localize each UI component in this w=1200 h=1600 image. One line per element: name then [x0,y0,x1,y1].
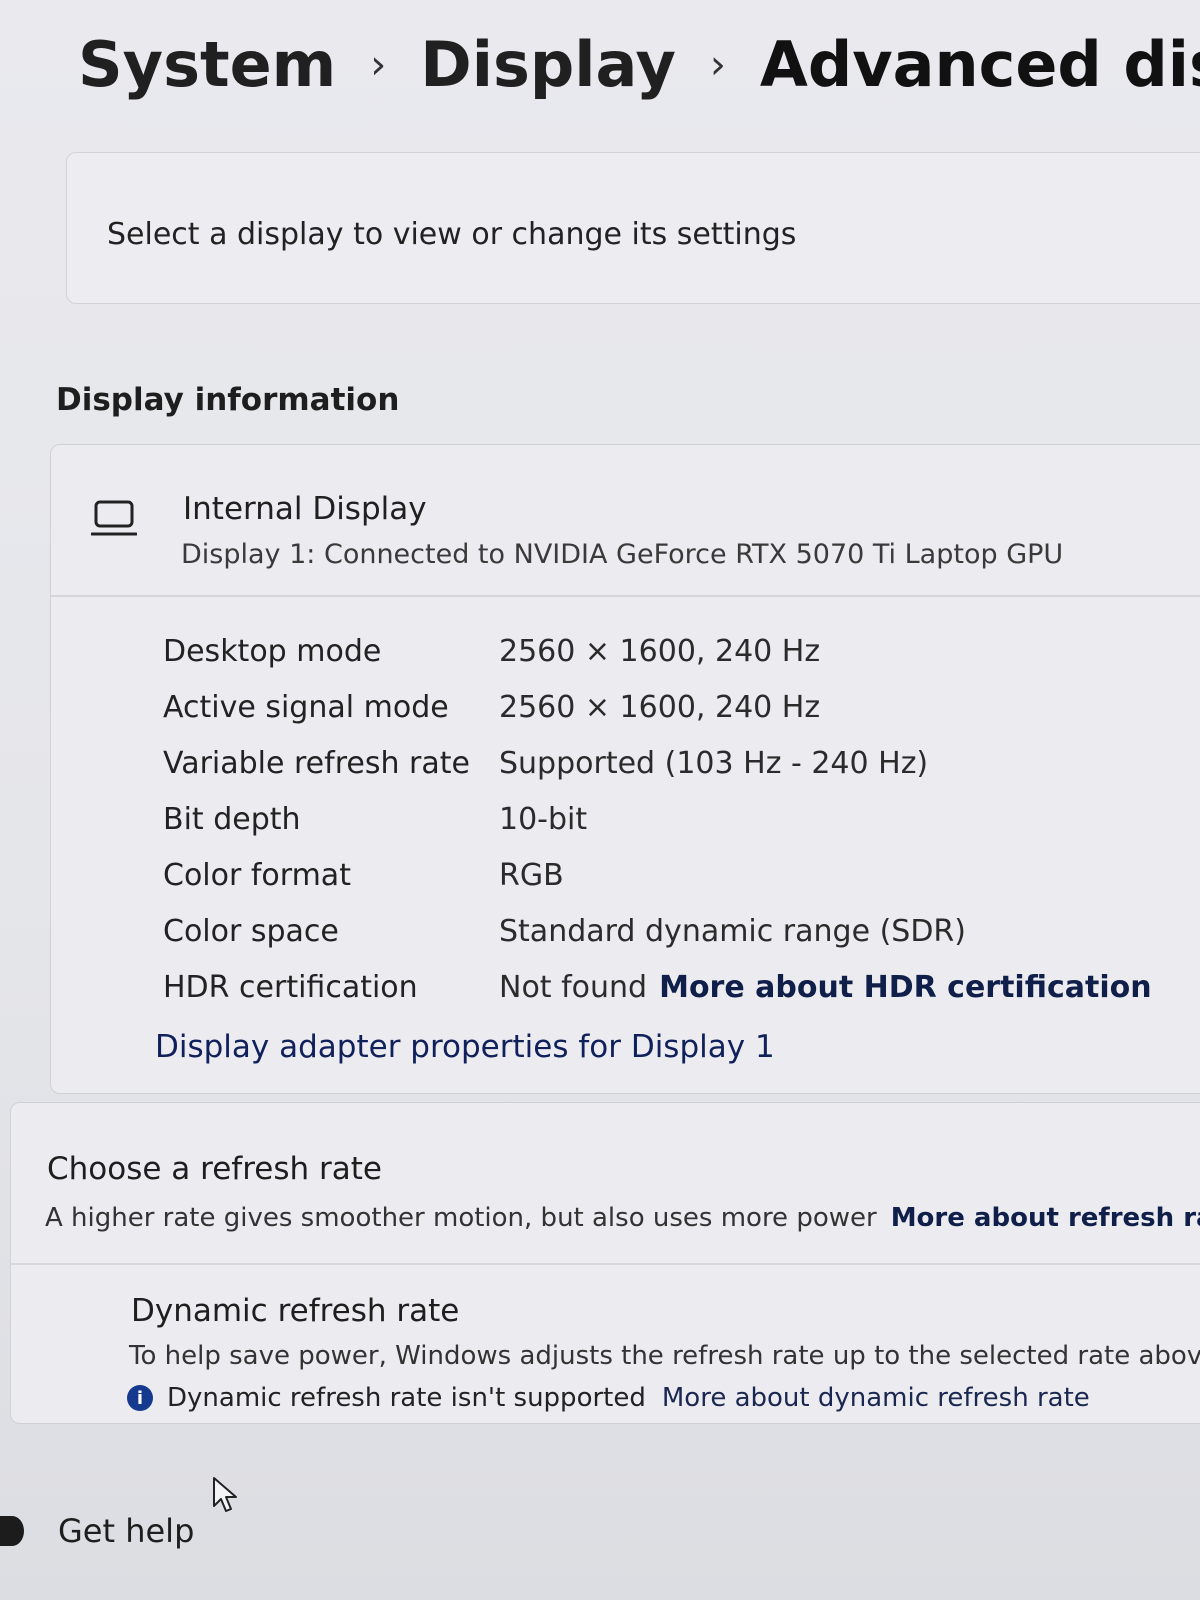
property-value: Supported (103 Hz - 240 Hz) [499,745,929,781]
property-label: Desktop mode [163,633,382,669]
breadcrumb-separator: › [370,41,387,88]
page-title: Advanced display [759,28,1200,101]
dynamic-refresh-rate-status: Dynamic refresh rate isn't supported [167,1383,646,1413]
get-help-label: Get help [58,1512,195,1550]
display-name: Internal Display [183,491,427,527]
display-header: Internal Display Display 1: Connected to… [51,445,1200,597]
section-heading-display-information: Display information [56,382,400,418]
breadcrumb-system[interactable]: System [78,28,336,101]
select-display-card[interactable]: Select a display to view or change its s… [66,152,1200,304]
info-icon: i [127,1385,153,1411]
refresh-rate-description-text: A higher rate gives smoother motion, but… [45,1203,877,1233]
dynamic-refresh-rate-description: To help save power, Windows adjusts the … [129,1341,1200,1371]
laptop-icon [90,499,138,543]
property-row: Color format RGB [163,847,1163,903]
property-value: Standard dynamic range (SDR) [499,913,966,949]
property-row: Active signal mode 2560 × 1600, 240 Hz [163,679,1163,735]
dynamic-refresh-rate-title: Dynamic refresh rate [131,1293,460,1329]
property-value: 2560 × 1600, 240 Hz [499,689,821,725]
property-row: Variable refresh rate Supported (103 Hz … [163,735,1163,791]
property-label: HDR certification [163,969,418,1005]
refresh-rate-link[interactable]: More about refresh rate [891,1203,1200,1233]
dynamic-refresh-rate-note: i Dynamic refresh rate isn't supported M… [127,1383,1090,1413]
select-display-label: Select a display to view or change its s… [107,217,797,252]
settings-window: System › Display › Advanced display Sele… [0,0,1200,1600]
refresh-rate-description: A higher rate gives smoother motion, but… [45,1203,1200,1233]
refresh-rate-card: Choose a refresh rate A higher rate give… [10,1102,1200,1424]
display-properties: Desktop mode 2560 × 1600, 240 Hz Active … [163,623,1163,1015]
mouse-cursor-icon [212,1476,242,1520]
property-row: Color space Standard dynamic range (SDR) [163,903,1163,959]
property-label: Color format [163,857,351,893]
property-label: Bit depth [163,801,301,837]
property-label: Active signal mode [163,689,449,725]
breadcrumb-separator: › [709,41,726,88]
property-row: HDR certification Not found More about H… [163,959,1163,1015]
display-adapter-properties-link[interactable]: Display adapter properties for Display 1 [155,1029,775,1065]
help-icon [0,1516,24,1546]
breadcrumb: System › Display › Advanced display [78,28,1200,101]
property-value: 10-bit [499,801,588,837]
property-value: RGB [499,857,564,893]
property-value: 2560 × 1600, 240 Hz [499,633,821,669]
property-label: Color space [163,913,339,949]
property-row: Desktop mode 2560 × 1600, 240 Hz [163,623,1163,679]
property-value: Not found [499,969,648,1005]
display-information-card: Internal Display Display 1: Connected to… [50,444,1200,1094]
get-help-link[interactable]: Get help [0,1512,194,1550]
property-row: Bit depth 10-bit [163,791,1163,847]
hdr-certification-link[interactable]: More about HDR certification [659,970,1151,1005]
display-connection-info: Display 1: Connected to NVIDIA GeForce R… [181,539,1064,570]
choose-refresh-rate-row[interactable]: Choose a refresh rate A higher rate give… [11,1103,1200,1265]
dynamic-refresh-rate-link[interactable]: More about dynamic refresh rate [662,1383,1090,1413]
refresh-rate-title: Choose a refresh rate [47,1151,382,1187]
breadcrumb-display[interactable]: Display [420,28,676,101]
property-label: Variable refresh rate [163,745,470,781]
